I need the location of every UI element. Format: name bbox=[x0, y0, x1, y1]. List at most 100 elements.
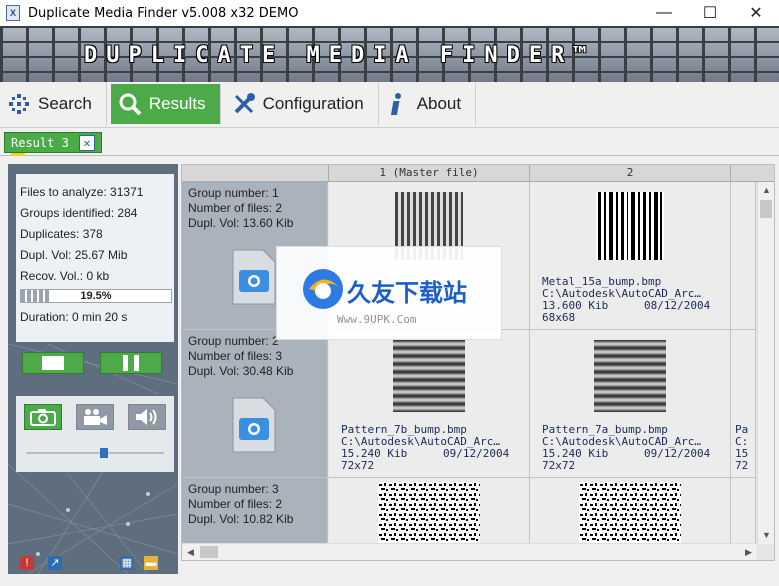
media-type-box bbox=[16, 396, 174, 472]
stats-box: Files to analyze: 31371 Groups identifie… bbox=[16, 174, 174, 342]
image-file-icon bbox=[232, 249, 276, 305]
watermark-logo-icon bbox=[303, 269, 343, 309]
scroll-right-icon[interactable]: ▶ bbox=[740, 544, 757, 560]
thumbnail-noise bbox=[579, 482, 681, 544]
alert-icon[interactable]: ! bbox=[20, 556, 34, 570]
left-control-panel: Files to analyze: 31371 Groups identifie… bbox=[8, 164, 178, 574]
file-cell-3[interactable]: Pa C: 15 72 bbox=[731, 330, 756, 477]
main-toolbar: Search Results Configuration About bbox=[0, 82, 779, 128]
group-header: Group number: 3 Number of files: 2 Dupl.… bbox=[182, 478, 328, 547]
file-date: 08/12/2004 bbox=[644, 299, 711, 312]
group-file-count: Number of files: 2 bbox=[188, 201, 283, 215]
scroll-left-icon[interactable]: ◀ bbox=[182, 544, 199, 560]
column-header-3 bbox=[731, 165, 774, 182]
results-tab-button[interactable]: Results bbox=[110, 84, 221, 124]
grid-view-icon[interactable]: ▦ bbox=[120, 556, 134, 570]
scroll-up-icon[interactable]: ▲ bbox=[758, 182, 774, 199]
audio-filter-button[interactable] bbox=[128, 404, 166, 430]
magnifier-icon bbox=[117, 91, 143, 117]
group-header: Group number: 2 Number of files: 3 Dupl.… bbox=[182, 330, 328, 477]
file-date: 09/12/2004 bbox=[443, 447, 510, 460]
file-cell-2[interactable] bbox=[530, 478, 731, 547]
configuration-tab-button[interactable]: Configuration bbox=[225, 82, 379, 126]
banner-logo-text: DUPLICATE MEDIA FINDER™ bbox=[84, 43, 596, 68]
group-dupl-vol: Dupl. Vol: 13.60 Kib bbox=[188, 216, 294, 230]
folder-icon[interactable]: ▬ bbox=[144, 556, 158, 570]
search-tab-button[interactable]: Search bbox=[0, 82, 107, 126]
close-tab-icon[interactable]: ✕ bbox=[79, 134, 95, 151]
vertical-scrollbar[interactable]: ▲ ▼ bbox=[757, 182, 774, 544]
file-dims: 72x72 bbox=[542, 459, 576, 472]
horizontal-scrollbar[interactable]: ◀ ▶ bbox=[182, 543, 757, 560]
file-cell-master[interactable]: Pattern_7b_bump.bmp C:\Autodesk\AutoCAD_… bbox=[329, 330, 530, 477]
result-tab[interactable]: Result 3 ✕ bbox=[4, 132, 102, 156]
dupl-vol: Dupl. Vol: 25.67 Mib bbox=[20, 248, 128, 262]
file-dims-truncated: 72 bbox=[735, 459, 749, 472]
size-slider-track[interactable] bbox=[26, 452, 164, 454]
file-cell-master[interactable] bbox=[329, 478, 530, 547]
duration: Duration: 0 min 20 s bbox=[20, 310, 128, 324]
stop-button[interactable] bbox=[22, 352, 84, 374]
thumbnail-stripes-h bbox=[393, 340, 465, 412]
pause-button[interactable] bbox=[100, 352, 162, 374]
files-to-analyze: Files to analyze: 31371 bbox=[20, 185, 144, 199]
watermark-overlay: 久友下载站 Www.9UPK.Com bbox=[276, 246, 502, 340]
configuration-tab-label: Configuration bbox=[262, 94, 364, 113]
minimize-button[interactable]: — bbox=[641, 0, 687, 26]
group-row-3[interactable]: Group number: 3 Number of files: 2 Dupl.… bbox=[182, 478, 756, 548]
group-number: Group number: 1 bbox=[188, 186, 279, 200]
thumbnail-noise bbox=[378, 482, 480, 544]
image-file-icon bbox=[232, 397, 276, 453]
file-dims: 68x68 bbox=[542, 311, 576, 324]
search-tab-label: Search bbox=[38, 94, 92, 113]
watermark-title: 久友下载站 bbox=[347, 279, 467, 307]
pause-icon bbox=[123, 355, 139, 371]
file-cell-3[interactable] bbox=[731, 182, 756, 329]
videos-filter-button[interactable] bbox=[76, 404, 114, 430]
group-row-2[interactable]: Group number: 2 Number of files: 3 Dupl.… bbox=[182, 330, 756, 478]
results-tab-label: Results bbox=[148, 94, 206, 113]
results-grid: 1 (Master file) 2 Group number: 1 Number… bbox=[181, 164, 775, 561]
groups-identified: Groups identified: 284 bbox=[20, 206, 138, 220]
app-icon: X bbox=[6, 5, 20, 21]
title-bar: X Duplicate Media Finder v5.008 x32 DEMO… bbox=[0, 0, 779, 26]
close-button[interactable]: ✕ bbox=[733, 0, 779, 26]
group-file-count: Number of files: 3 bbox=[188, 349, 283, 363]
shortcut-icon[interactable]: ↗ bbox=[48, 556, 62, 570]
file-dims: 72x72 bbox=[341, 459, 375, 472]
result-tabstrip: Result 3 ✕ bbox=[0, 128, 779, 156]
hscroll-thumb[interactable] bbox=[200, 546, 218, 558]
file-date: 09/12/2004 bbox=[644, 447, 711, 460]
group-dupl-vol: Dupl. Vol: 30.48 Kib bbox=[188, 364, 294, 378]
tab-indicator bbox=[11, 153, 25, 156]
maximize-button[interactable]: ☐ bbox=[687, 0, 733, 26]
thumbnail-barcode bbox=[596, 192, 664, 260]
file-cell-2[interactable]: Pattern_7a_bump.bmp C:\Autodesk\AutoCAD_… bbox=[530, 330, 731, 477]
stop-icon bbox=[42, 356, 64, 370]
group-dupl-vol: Dupl. Vol: 10.82 Kib bbox=[188, 512, 294, 526]
app-banner: DUPLICATE MEDIA FINDER™ bbox=[0, 26, 779, 82]
tools-icon bbox=[231, 91, 257, 117]
column-header-master: 1 (Master file) bbox=[329, 165, 530, 182]
group-file-count: Number of files: 2 bbox=[188, 497, 283, 511]
scroll-down-icon[interactable]: ▼ bbox=[758, 527, 774, 544]
vscroll-thumb[interactable] bbox=[760, 200, 772, 218]
column-header-2: 2 bbox=[530, 165, 731, 182]
about-tab-button[interactable]: About bbox=[379, 82, 477, 126]
movie-camera-icon bbox=[84, 409, 107, 425]
column-header-blank bbox=[182, 165, 329, 182]
camera-icon bbox=[30, 409, 56, 426]
search-grid-icon bbox=[6, 91, 32, 117]
size-slider-thumb[interactable] bbox=[100, 448, 108, 458]
file-cell-2[interactable]: Metal_15a_bump.bmp C:\Autodesk\AutoCAD_A… bbox=[530, 182, 731, 329]
group-number: Group number: 3 bbox=[188, 482, 279, 496]
thumbnail-stripes-h bbox=[594, 340, 666, 412]
watermark-url: Www.9UPK.Com bbox=[337, 313, 417, 326]
bottom-icon-row: ! ↗ ▦ ▬ bbox=[20, 556, 170, 572]
speaker-icon bbox=[136, 409, 157, 425]
images-filter-button[interactable] bbox=[24, 404, 62, 430]
duplicates-count: Duplicates: 378 bbox=[20, 227, 103, 241]
window-title: Duplicate Media Finder v5.008 x32 DEMO bbox=[28, 5, 299, 21]
scan-progress-bar: 19.5% bbox=[20, 289, 172, 303]
file-cell-3[interactable] bbox=[731, 478, 756, 547]
